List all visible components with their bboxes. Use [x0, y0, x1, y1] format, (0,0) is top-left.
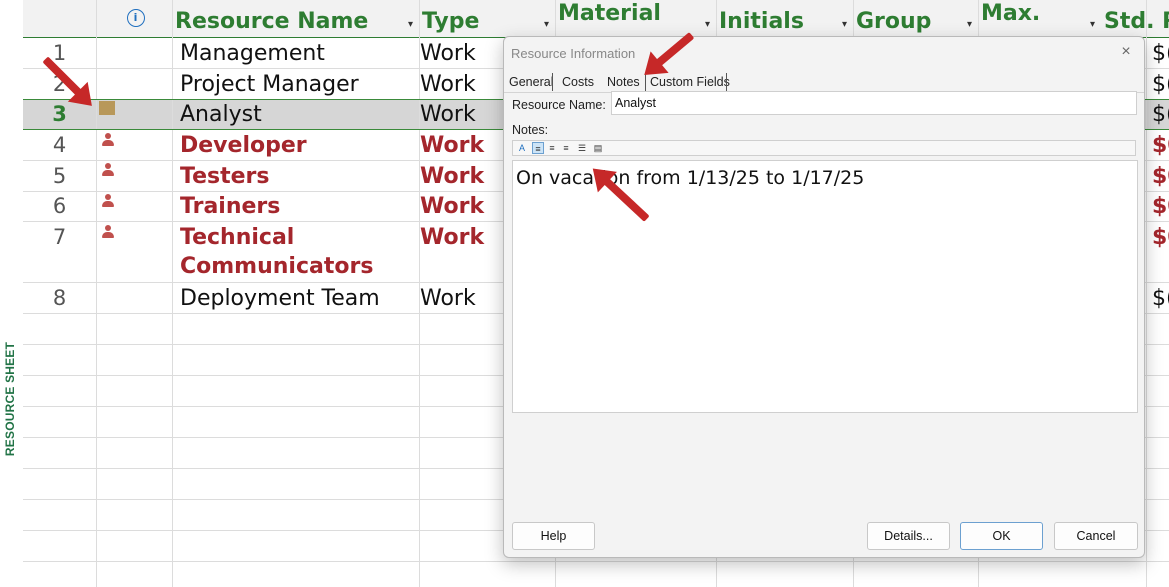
resource-information-dialog: Resource Information × General Costs Not… — [503, 36, 1145, 558]
type-cell[interactable]: Work — [420, 133, 484, 158]
std-rate-column-header[interactable]: Std. R — [1101, 0, 1169, 37]
header-label: Std. R — [1104, 9, 1169, 34]
notes-formatting-toolbar: A ≡ ≡ ≡ ☰ ▤ — [512, 140, 1136, 156]
row-number[interactable]: 4 — [23, 133, 96, 157]
type-cell[interactable]: Work — [420, 72, 476, 97]
notes-label: Notes: — [512, 123, 549, 137]
row-number[interactable]: 6 — [23, 194, 96, 218]
overallocated-person-icon[interactable] — [102, 225, 114, 239]
resource-name-column-header[interactable]: Resource Name ▾ — [172, 0, 419, 37]
initials-column-header[interactable]: Initials ▾ — [716, 0, 853, 37]
row-divider — [23, 561, 1169, 562]
insert-object-icon[interactable]: ▤ — [592, 142, 604, 154]
resource-name-label: Resource Name: — [512, 98, 606, 112]
resource-name-cell[interactable]: Testers — [180, 164, 269, 189]
tab-costs[interactable]: Costs — [562, 73, 594, 91]
indicators-column-header[interactable]: i — [96, 0, 172, 37]
row-number[interactable]: 1 — [23, 41, 96, 65]
material-column-header[interactable]: Material ▾ — [555, 0, 716, 37]
info-icon: i — [126, 9, 145, 27]
type-cell[interactable]: Work — [420, 194, 484, 219]
note-icon[interactable] — [99, 101, 115, 115]
resource-name-cell[interactable]: Deployment Team — [180, 286, 380, 311]
align-left-icon[interactable]: ≡ — [532, 142, 544, 154]
std-rate-cell[interactable]: $0 — [1152, 194, 1169, 219]
dropdown-arrow-icon[interactable]: ▾ — [544, 20, 549, 30]
bullet-list-icon[interactable]: ☰ — [576, 142, 588, 154]
tab-divider — [726, 73, 727, 91]
std-rate-cell[interactable]: $( — [1152, 102, 1169, 127]
header-label: Resource Name — [175, 9, 369, 34]
dropdown-arrow-icon[interactable]: ▾ — [408, 20, 413, 30]
details-button[interactable]: Details... — [867, 522, 950, 550]
resource-name-cell[interactable]: Trainers — [180, 194, 280, 219]
resource-name-cell[interactable]: Analyst — [180, 102, 262, 127]
notes-textarea[interactable]: On vacation from 1/13/25 to 1/17/25 — [512, 160, 1138, 413]
header-label: Max. — [981, 1, 1041, 26]
header-label: Group — [856, 9, 932, 34]
row-number[interactable]: 8 — [23, 286, 96, 310]
help-button[interactable]: Help — [512, 522, 595, 550]
dropdown-arrow-icon[interactable]: ▾ — [705, 20, 710, 30]
resource-name-cell-line2[interactable]: Communicators — [180, 254, 373, 279]
std-rate-cell[interactable]: $0 — [1152, 164, 1169, 189]
header-label: Material — [558, 1, 661, 26]
type-cell[interactable]: Work — [420, 225, 484, 250]
align-center-icon[interactable]: ≡ — [546, 142, 558, 154]
type-cell[interactable]: Work — [420, 164, 484, 189]
dialog-title: Resource Information — [511, 46, 636, 61]
align-right-icon[interactable]: ≡ — [560, 142, 572, 154]
type-column-header[interactable]: Type ▾ — [419, 0, 555, 37]
view-bar — [0, 0, 23, 587]
close-icon[interactable]: × — [1116, 42, 1136, 62]
type-cell[interactable]: Work — [420, 102, 476, 127]
row-number[interactable]: 7 — [23, 225, 96, 249]
std-rate-cell[interactable]: $0 — [1152, 133, 1169, 158]
header-label: Type — [422, 9, 480, 34]
resource-name-cell[interactable]: Developer — [180, 133, 307, 158]
std-rate-cell[interactable]: $( — [1152, 41, 1169, 66]
overallocated-person-icon[interactable] — [102, 194, 114, 208]
std-rate-cell[interactable]: $( — [1152, 72, 1169, 97]
dropdown-arrow-icon[interactable]: ▾ — [967, 20, 972, 30]
ok-button[interactable]: OK — [960, 522, 1043, 550]
std-rate-cell[interactable]: $( — [1152, 286, 1169, 311]
resource-name-cell[interactable]: Technical — [180, 225, 294, 250]
max-units-column-header[interactable]: Max. ▾ — [978, 0, 1101, 37]
type-cell[interactable]: Work — [420, 286, 476, 311]
resource-name-input[interactable]: Analyst — [611, 91, 1137, 115]
row-number[interactable]: 5 — [23, 164, 96, 188]
type-cell[interactable]: Work — [420, 41, 476, 66]
group-column-header[interactable]: Group ▾ — [853, 0, 978, 37]
tab-divider — [552, 73, 553, 91]
dropdown-arrow-icon[interactable]: ▾ — [1090, 20, 1095, 30]
overallocated-person-icon[interactable] — [102, 133, 114, 147]
header-label: Initials — [719, 9, 804, 34]
cancel-button[interactable]: Cancel — [1054, 522, 1138, 550]
dropdown-arrow-icon[interactable]: ▾ — [842, 20, 847, 30]
resource-name-cell[interactable]: Management — [180, 41, 325, 66]
overallocated-person-icon[interactable] — [102, 163, 114, 177]
tab-notes[interactable]: Notes — [607, 73, 640, 91]
tab-general[interactable]: General — [509, 73, 553, 91]
std-rate-cell[interactable]: $0 — [1152, 225, 1169, 250]
font-icon[interactable]: A — [516, 142, 528, 154]
resource-name-cell[interactable]: Project Manager — [180, 72, 359, 97]
view-label: RESOURCE SHEET — [3, 341, 17, 457]
